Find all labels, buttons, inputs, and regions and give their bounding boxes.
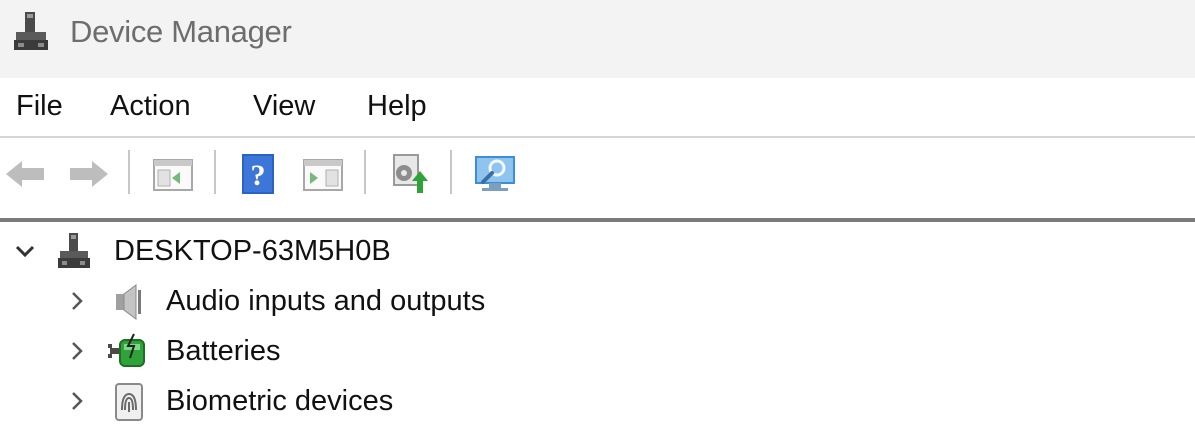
battery-icon bbox=[108, 332, 148, 372]
window-title: Device Manager bbox=[70, 14, 292, 49]
scan-hardware-changes-icon[interactable] bbox=[472, 151, 518, 197]
tree-root-label: DESKTOP-63M5H0B bbox=[114, 235, 391, 267]
menu-help[interactable]: Help bbox=[367, 90, 427, 123]
fingerprint-icon bbox=[110, 382, 150, 422]
tree-item-batteries[interactable]: Batteries bbox=[0, 327, 700, 375]
toolbar-divider bbox=[364, 150, 366, 194]
tree-item-biometric[interactable]: Biometric devices bbox=[0, 377, 700, 425]
tree-root-row[interactable]: DESKTOP-63M5H0B bbox=[0, 227, 600, 275]
title-bar: Device Manager bbox=[0, 0, 1195, 78]
toolbar-divider bbox=[214, 150, 216, 194]
menu-bar: File Action View Help bbox=[0, 78, 1195, 136]
chevron-right-icon[interactable] bbox=[66, 290, 88, 312]
back-arrow-icon[interactable] bbox=[2, 151, 48, 197]
chevron-right-icon[interactable] bbox=[66, 390, 88, 412]
toolbar-divider bbox=[128, 150, 130, 194]
menu-view[interactable]: View bbox=[253, 90, 315, 123]
device-manager-icon bbox=[12, 10, 56, 59]
computer-icon bbox=[56, 232, 96, 272]
toolbar-divider bbox=[450, 150, 452, 194]
help-icon[interactable]: ? bbox=[236, 151, 282, 197]
tree-item-label: Biometric devices bbox=[166, 385, 394, 417]
speaker-icon bbox=[110, 282, 150, 322]
menu-action[interactable]: Action bbox=[110, 90, 191, 123]
svg-text:?: ? bbox=[251, 159, 266, 192]
forward-arrow-icon[interactable] bbox=[66, 151, 112, 197]
show-hide-console-tree-icon[interactable] bbox=[150, 151, 196, 197]
update-driver-icon[interactable] bbox=[386, 151, 432, 197]
chevron-right-icon[interactable] bbox=[66, 340, 88, 362]
tree-item-audio[interactable]: Audio inputs and outputs bbox=[0, 277, 700, 325]
action-pane-icon[interactable] bbox=[300, 151, 346, 197]
tree-item-label: Audio inputs and outputs bbox=[166, 285, 486, 317]
toolbar: ? bbox=[0, 138, 1195, 210]
tree-item-label: Batteries bbox=[166, 335, 281, 367]
device-tree: DESKTOP-63M5H0B Audio inputs and outputs bbox=[0, 222, 1195, 423]
menu-file[interactable]: File bbox=[16, 90, 63, 123]
chevron-down-icon[interactable] bbox=[14, 240, 36, 262]
